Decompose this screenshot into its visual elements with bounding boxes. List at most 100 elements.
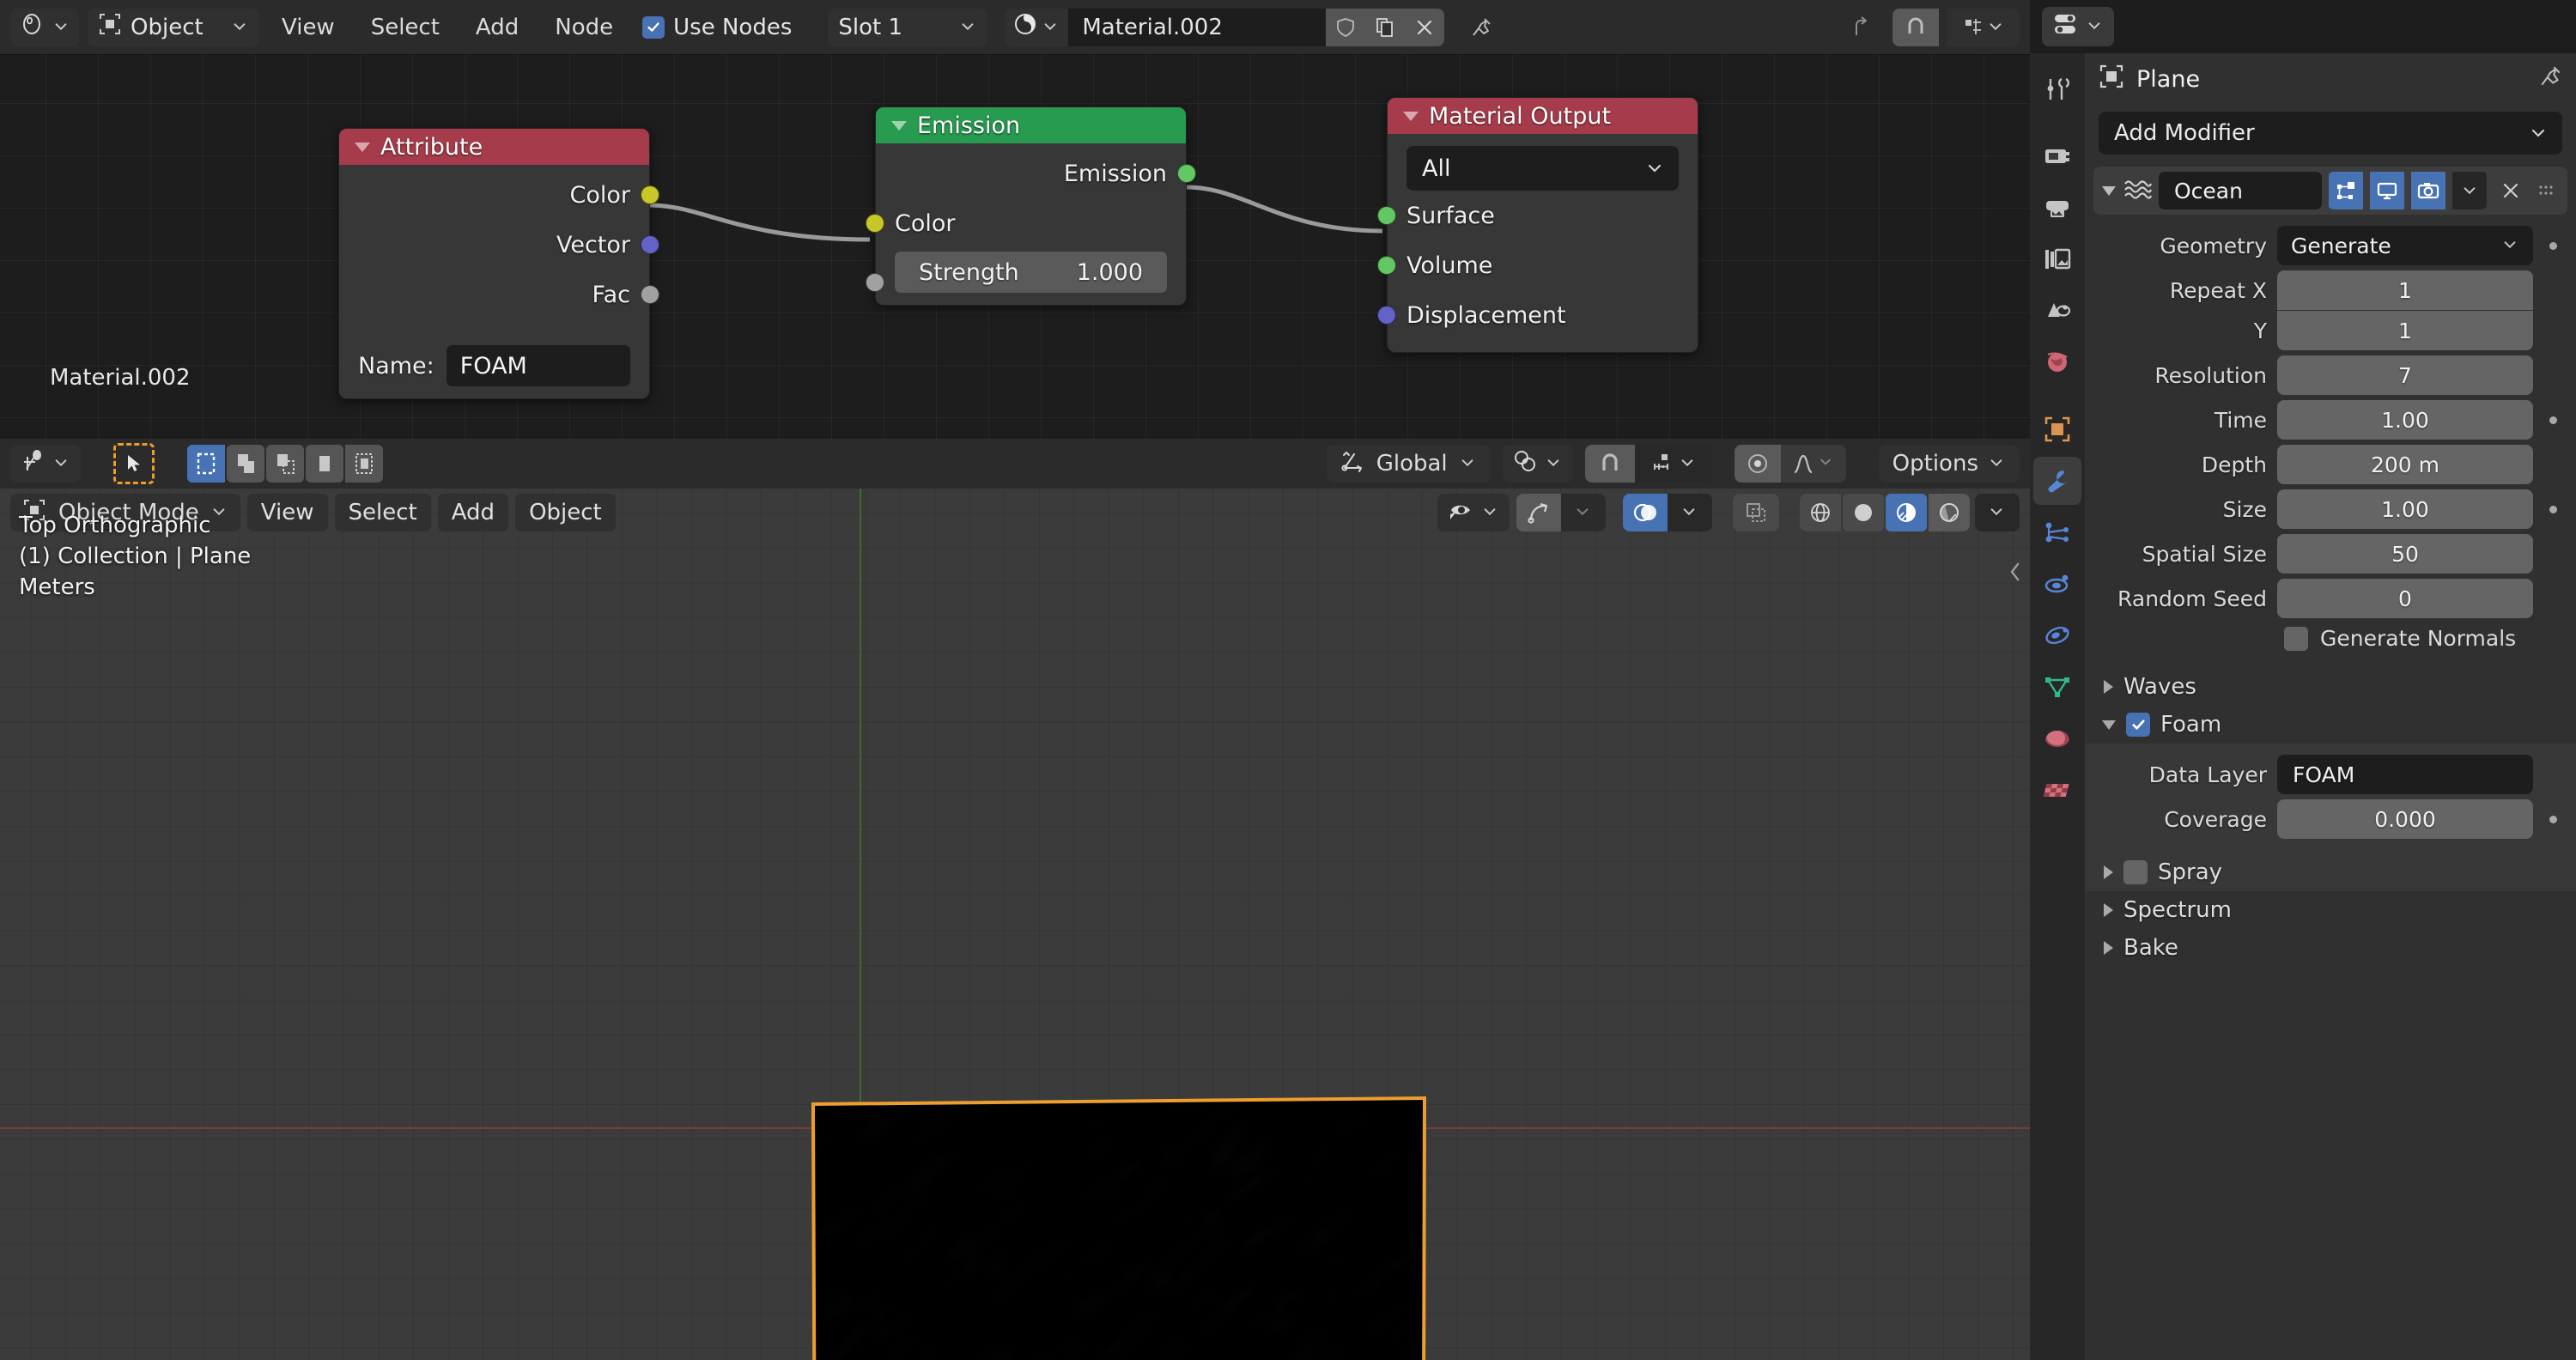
properties-tab-data[interactable]	[2033, 663, 2081, 711]
node-socket-row[interactable]: Volume	[1388, 240, 1698, 290]
snap-magnet-icon[interactable]	[1893, 9, 1939, 46]
viewport-menu-select[interactable]: Select	[335, 494, 431, 531]
snap-magnet-icon[interactable]	[1585, 445, 1635, 483]
shading-wireframe-icon[interactable]	[1800, 494, 1841, 531]
pivot-point-selector[interactable]	[1503, 445, 1573, 483]
socket-vector-out[interactable]	[641, 235, 659, 254]
spatial-size-input[interactable]: 50	[2277, 534, 2533, 574]
properties-tab-scene[interactable]	[2033, 287, 2081, 335]
shading-material-icon[interactable]	[1886, 494, 1927, 531]
collapse-triangle-icon[interactable]	[355, 143, 370, 152]
select-extend-icon[interactable]	[227, 445, 264, 483]
editor-type-selector[interactable]	[2042, 7, 2114, 46]
animate-property-dot[interactable]	[2543, 506, 2562, 513]
modifier-name-input[interactable]: Ocean	[2159, 172, 2322, 209]
properties-tab-object[interactable]	[2033, 405, 2081, 453]
select-intersect-icon[interactable]	[345, 445, 383, 483]
shield-icon[interactable]	[1326, 9, 1365, 46]
modifier-header-ocean[interactable]: Ocean	[2093, 167, 2567, 215]
data-layer-input[interactable]: FOAM	[2277, 755, 2533, 794]
field-generate-normals[interactable]: Generate Normals	[2085, 621, 2576, 656]
overlays-dropdown[interactable]	[1668, 494, 1712, 531]
pin-icon[interactable]	[1461, 9, 1501, 46]
checkbox-icon[interactable]	[2284, 627, 2308, 651]
snap-increment-icon[interactable]	[1947, 9, 2020, 46]
repeat-x-input[interactable]: 1	[2277, 270, 2533, 310]
time-input[interactable]: 1.00	[2277, 400, 2533, 440]
coverage-input[interactable]: 0.000	[2277, 799, 2533, 839]
node-attribute[interactable]: Attribute Color Vector Fac Name: FOAM	[338, 128, 650, 399]
socket-color-in[interactable]	[866, 214, 884, 233]
menu-add[interactable]: Add	[462, 9, 532, 46]
falloff-curve-icon[interactable]	[1781, 445, 1846, 483]
node-material-output-header[interactable]: Material Output	[1388, 98, 1698, 134]
animate-property-dot[interactable]	[2543, 816, 2562, 823]
collapse-triangle-icon[interactable]	[891, 121, 907, 131]
properties-tab-output[interactable]	[2033, 184, 2081, 232]
node-attribute-header[interactable]: Attribute	[339, 129, 649, 165]
geometry-dropdown[interactable]: Generate	[2277, 226, 2533, 265]
repeat-y-input[interactable]: 1	[2277, 311, 2533, 350]
socket-surface-in[interactable]	[1377, 206, 1396, 225]
transform-orientation-button[interactable]	[10, 445, 81, 483]
attribute-name-input[interactable]: FOAM	[447, 345, 630, 386]
collapse-triangle-icon[interactable]	[1403, 112, 1419, 121]
modifier-extras-dropdown[interactable]	[2452, 172, 2487, 209]
pin-icon[interactable]	[2538, 64, 2562, 94]
options-dropdown[interactable]: Options	[1879, 445, 2020, 483]
socket-fac-out[interactable]	[641, 285, 659, 304]
properties-tab-view-layer[interactable]	[2033, 235, 2081, 283]
node-material-output[interactable]: Material Output All Surface Volume Displ…	[1387, 97, 1698, 353]
properties-tab-constraint[interactable]	[2033, 611, 2081, 659]
socket-color-out[interactable]	[641, 185, 659, 204]
camera-render-icon[interactable]	[2411, 172, 2445, 209]
panel-waves[interactable]: Waves	[2085, 668, 2576, 706]
shader-type-selector[interactable]: Object	[88, 9, 259, 46]
tweak-cursor-icon[interactable]	[113, 443, 155, 484]
select-box-icon[interactable]	[187, 445, 225, 483]
properties-tab-particles[interactable]	[2033, 508, 2081, 556]
node-socket-row[interactable]: Vector	[339, 220, 649, 270]
properties-tab-tool[interactable]	[2033, 65, 2081, 113]
panel-spray[interactable]: Spray	[2085, 853, 2576, 891]
node-socket-row[interactable]: Surface	[1388, 191, 1698, 240]
overlays-icon[interactable]	[1623, 494, 1668, 531]
properties-tab-modifier[interactable]	[2033, 457, 2081, 505]
properties-tab-world[interactable]	[2033, 338, 2081, 386]
plane-object[interactable]	[811, 1096, 1427, 1360]
select-invert-icon[interactable]	[306, 445, 343, 483]
use-nodes-toggle[interactable]: Use Nodes	[635, 15, 799, 40]
menu-view[interactable]: View	[268, 9, 349, 46]
xray-toggle-icon[interactable]	[1733, 494, 1779, 531]
unlink-x-icon[interactable]	[1405, 9, 1444, 46]
resolution-input[interactable]: 7	[2277, 355, 2533, 395]
node-emission-header[interactable]: Emission	[876, 107, 1186, 143]
node-socket-row[interactable]: Displacement	[1388, 290, 1698, 340]
proportional-edit-icon[interactable]	[1735, 445, 1781, 483]
menu-node[interactable]: Node	[541, 9, 627, 46]
node-socket-row[interactable]: Emission	[876, 149, 1186, 198]
gizmo-dropdown[interactable]	[1561, 494, 1606, 531]
animate-property-dot[interactable]	[2543, 416, 2562, 424]
transform-orientation-selector[interactable]: Global	[1327, 445, 1491, 483]
edit-mode-display-icon[interactable]	[2329, 172, 2363, 209]
node-socket-row[interactable]: Color	[876, 198, 1186, 248]
snap-increment-icon[interactable]	[1635, 445, 1712, 483]
node-socket-row[interactable]: Fac	[339, 270, 649, 319]
panel-spectrum[interactable]: Spectrum	[2085, 891, 2576, 929]
material-browse-dropdown[interactable]	[1005, 12, 1068, 42]
panel-bake[interactable]: Bake	[2085, 929, 2576, 967]
socket-volume-in[interactable]	[1377, 256, 1396, 275]
expand-triangle-icon[interactable]	[2102, 186, 2116, 196]
checkbox-icon[interactable]	[2123, 860, 2148, 884]
node-socket-row[interactable]: Color	[339, 170, 649, 220]
viewport-menu-add[interactable]: Add	[438, 494, 508, 531]
socket-strength-in[interactable]	[866, 273, 884, 292]
drag-grip-icon[interactable]	[2535, 172, 2559, 209]
properties-tab-physics[interactable]	[2033, 560, 2081, 608]
shading-solid-icon[interactable]	[1843, 494, 1884, 531]
close-x-icon[interactable]	[2494, 172, 2528, 209]
socket-displacement-in[interactable]	[1377, 306, 1396, 325]
animate-property-dot[interactable]	[2543, 242, 2562, 250]
parent-up-icon[interactable]	[1838, 9, 1884, 46]
